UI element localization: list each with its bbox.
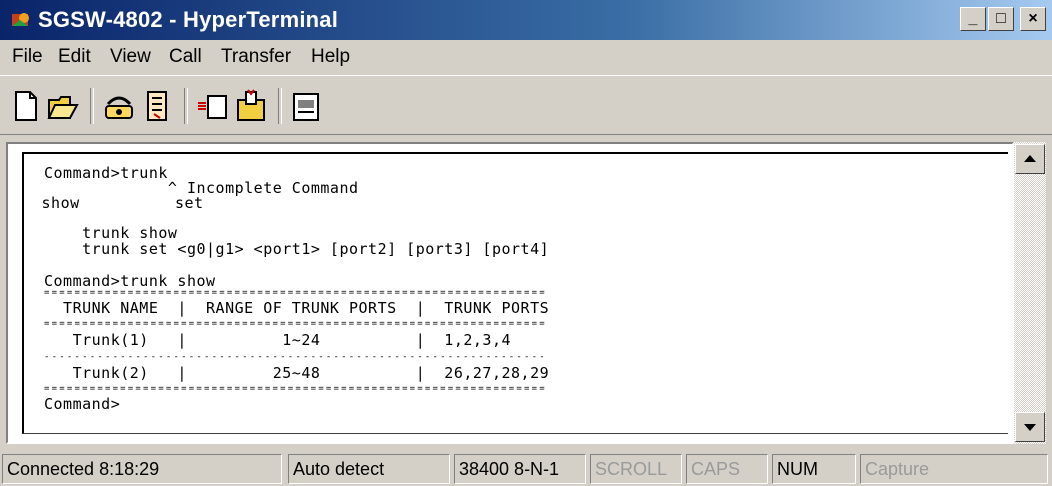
terminal-line: ========================================…	[44, 384, 547, 394]
minimize-button[interactable]: _	[960, 7, 986, 31]
new-icon[interactable]	[8, 88, 42, 124]
menu-help[interactable]: Help	[311, 46, 350, 68]
terminal-screen[interactable]: Command>trunk ^ Incomplete Command show …	[22, 152, 1008, 434]
toolbar	[0, 75, 1052, 135]
hyperterminal-app-icon[interactable]	[10, 10, 32, 30]
menu-edit[interactable]: Edit	[58, 46, 91, 68]
terminal-window[interactable]: Command>trunk ^ Incomplete Command show …	[6, 142, 1014, 444]
status-connected: Connected 8:18:29	[2, 454, 282, 484]
vertical-scrollbar[interactable]	[1014, 142, 1046, 444]
terminal-line: TRUNK NAME | RANGE OF TRUNK PORTS | TRUN…	[44, 299, 550, 317]
terminal-line: ----------------------------------------…	[44, 352, 547, 362]
status-caps: CAPS	[686, 454, 768, 484]
menu-view[interactable]: View	[110, 46, 151, 68]
window-title: SGSW-4802 - HyperTerminal	[38, 7, 339, 32]
status-bar: Connected 8:18:29 Auto detect 38400 8-N-…	[0, 448, 1052, 486]
toolbar-separator	[90, 88, 94, 124]
terminal-line: Command>	[44, 395, 121, 413]
arrow-down-icon	[1024, 424, 1036, 431]
menu-call[interactable]: Call	[169, 46, 202, 68]
title-bar[interactable]: SGSW-4802 - HyperTerminal _ □ ×	[0, 0, 1052, 40]
menu-file[interactable]: File	[12, 46, 43, 68]
terminal-line: ========================================…	[44, 319, 547, 329]
toolbar-separator	[278, 88, 282, 124]
terminal-line: Trunk(1) | 1~24 | 1,2,3,4	[44, 331, 512, 349]
send-icon[interactable]	[196, 88, 230, 124]
toolbar-separator	[184, 88, 188, 124]
terminal-line: ========================================…	[44, 288, 547, 298]
status-detect: Auto detect	[288, 454, 450, 484]
scroll-down-button[interactable]	[1015, 412, 1045, 442]
menu-bar: File Edit View Call Transfer Help	[0, 40, 1052, 72]
status-capture: Capture	[860, 454, 1048, 484]
open-icon[interactable]	[46, 88, 80, 124]
terminal-line: trunk set <g0|g1> <port1> [port2] [port3…	[44, 240, 550, 258]
maximize-button[interactable]: □	[988, 7, 1014, 31]
status-num: NUM	[772, 454, 856, 484]
status-scroll: SCROLL	[590, 454, 682, 484]
properties-icon[interactable]	[290, 88, 324, 124]
terminal-line: show set	[32, 194, 204, 212]
receive-icon[interactable]	[234, 88, 268, 124]
disconnect-icon[interactable]	[140, 88, 174, 124]
status-settings: 38400 8-N-1	[454, 454, 586, 484]
connect-icon[interactable]	[102, 88, 136, 124]
menu-transfer[interactable]: Transfer	[221, 46, 291, 68]
scroll-up-button[interactable]	[1015, 144, 1045, 174]
close-button[interactable]: ×	[1020, 7, 1046, 31]
terminal-line: Trunk(2) | 25~48 | 26,27,28,29	[44, 364, 550, 382]
arrow-up-icon	[1024, 155, 1036, 162]
